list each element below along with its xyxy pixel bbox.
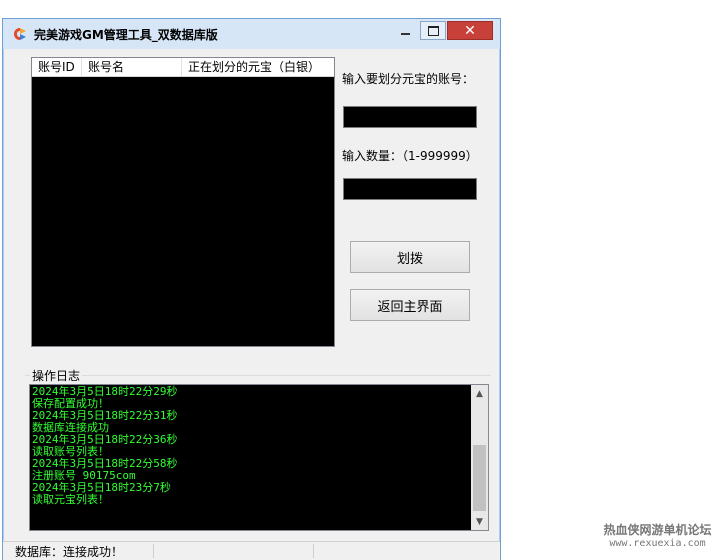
amount-label: 输入数量：（1-999999） — [342, 149, 478, 163]
title-bar[interactable]: 完美游戏GM管理工具_双数据库版 ✕ — [3, 19, 500, 49]
status-separator — [153, 544, 154, 558]
log-scrollbar[interactable]: ▲ ▼ — [471, 385, 488, 530]
status-text: 数据库：连接成功！ — [15, 545, 124, 559]
column-header-account-id[interactable]: 账号ID — [32, 58, 82, 76]
accounts-list-header: 账号ID 账号名 正在划分的元宝（白银） — [32, 58, 334, 77]
log-lines: 2024年3月5日18时22分29秒 保存配置成功！ 2024年3月5日18时2… — [32, 386, 470, 506]
watermark-url: www.rexuexia.com — [609, 538, 706, 549]
maximize-button[interactable] — [420, 21, 446, 40]
operation-log[interactable]: 2024年3月5日18时22分29秒 保存配置成功！ 2024年3月5日18时2… — [29, 384, 489, 531]
close-icon: ✕ — [464, 22, 476, 39]
log-group-label: 操作日志 — [30, 367, 83, 384]
column-header-allocating-yuanbao[interactable]: 正在划分的元宝（白银） — [182, 58, 334, 76]
watermark: 热血侠网游单机论坛 www.rexuexia.com — [600, 524, 715, 550]
status-separator — [313, 544, 314, 558]
account-input[interactable] — [343, 106, 477, 128]
status-bar: 数据库：连接成功！ — [3, 541, 500, 560]
log-line: 读取元宝列表！ — [32, 493, 109, 506]
back-to-main-button[interactable]: 返回主界面 — [350, 289, 470, 321]
main-window: 完美游戏GM管理工具_双数据库版 ✕ 账号ID 账号名 正在划分的元宝（白银） … — [2, 18, 501, 560]
close-button[interactable]: ✕ — [447, 21, 493, 40]
maximize-icon — [427, 25, 439, 36]
minimize-icon — [400, 32, 410, 35]
minimize-button[interactable] — [393, 21, 417, 40]
account-label: 输入要划分元宝的账号： — [342, 72, 475, 86]
scroll-thumb[interactable] — [473, 445, 486, 511]
app-icon — [14, 28, 26, 40]
allocate-button[interactable]: 划拨 — [350, 241, 470, 273]
scroll-down-icon[interactable]: ▼ — [471, 513, 488, 530]
scroll-up-icon[interactable]: ▲ — [471, 385, 488, 402]
watermark-title: 热血侠网游单机论坛 — [603, 523, 712, 537]
accounts-list[interactable]: 账号ID 账号名 正在划分的元宝（白银） — [31, 57, 335, 347]
window-title: 完美游戏GM管理工具_双数据库版 — [34, 28, 218, 42]
log-group-border — [25, 375, 491, 376]
column-header-account-name[interactable]: 账号名 — [82, 58, 182, 76]
amount-input[interactable] — [343, 178, 477, 200]
